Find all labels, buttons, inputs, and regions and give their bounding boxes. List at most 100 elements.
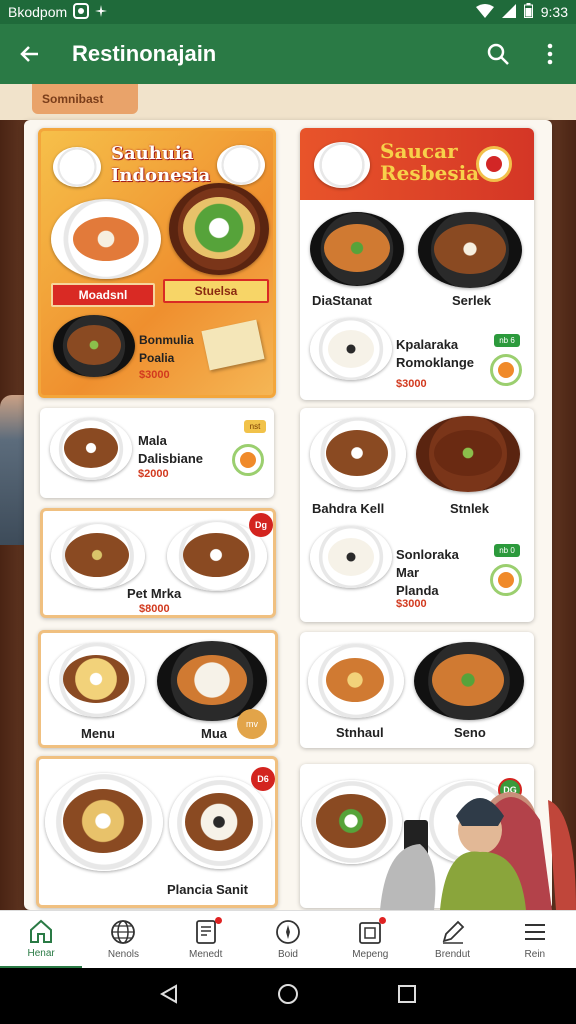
stnlek-name: Stnlek xyxy=(450,501,490,516)
system-recents-button[interactable] xyxy=(397,984,417,1009)
featured-badge: nb 6 xyxy=(494,334,520,347)
menu-plate-a xyxy=(49,643,145,717)
seno-plate xyxy=(414,642,524,720)
app-bar: Restinonajain xyxy=(0,24,576,84)
featured-item-name-line2: Romoklange xyxy=(396,355,475,370)
promo-dish-name-line2: Poalia xyxy=(139,351,175,365)
clock: 9:33 xyxy=(540,4,568,20)
featured-logo-badge xyxy=(476,146,512,182)
menu-card-menu[interactable]: Menu Mua mv xyxy=(38,630,278,748)
plancia-plate-a xyxy=(45,773,163,871)
promo-price: $3000 xyxy=(139,369,170,381)
sonloraka-badge: nb 0 xyxy=(494,544,520,557)
featured-dish-b: Serlek xyxy=(452,293,492,308)
featured-rice-plate xyxy=(314,142,370,188)
menu-name-a: Menu xyxy=(81,726,115,741)
promo-salad-bowl xyxy=(169,183,269,275)
nav-home-label: Henar xyxy=(27,948,55,959)
featured-noodle-dish xyxy=(310,212,404,286)
promo-button-red[interactable]: Moadsnl xyxy=(51,283,155,307)
stnlek-plate xyxy=(416,416,520,492)
system-navigation-bar xyxy=(0,968,576,1024)
plancia-plate-b xyxy=(169,777,271,869)
mala-name-line1: Mala xyxy=(138,433,167,448)
featured-card[interactable]: Saucar Resbesia DiaStanat Serlek Kpalara… xyxy=(300,128,534,400)
signal-icon xyxy=(501,3,516,21)
sparkle-icon xyxy=(95,4,108,20)
featured-title-line2: Resbesia xyxy=(380,161,480,185)
menu-card-bahdra[interactable]: Bahdra Kell Stnlek Sonloraka Mar Planda … xyxy=(300,408,534,622)
wifi-icon xyxy=(475,3,494,21)
menu-card-pet-mrka[interactable]: Pet Mrka $8000 Dg xyxy=(40,508,276,618)
battery-icon xyxy=(523,3,533,21)
mala-name-line2: Dalisbiane xyxy=(138,451,204,466)
globe-icon xyxy=(111,920,136,944)
square-recents-icon xyxy=(398,984,416,1003)
promo-title-line1: Sauhuia xyxy=(111,143,194,164)
nav-rein-label: Rein xyxy=(524,949,546,960)
nav-home[interactable]: Henar xyxy=(0,911,83,968)
nav-mepeng[interactable]: Mepeng xyxy=(329,911,411,968)
bahdra-plate xyxy=(310,418,406,490)
promo-main-dish xyxy=(51,199,161,279)
nav-mepeng-label: Mepeng xyxy=(352,949,389,960)
sonloraka-plate xyxy=(310,526,392,588)
featured-meat-dish xyxy=(418,212,522,288)
promo-side-dish-left xyxy=(53,147,101,187)
menu-badge: mv xyxy=(237,709,267,739)
promo-title: Sauhuia Indonesia xyxy=(111,143,210,187)
system-back-button[interactable] xyxy=(159,983,179,1009)
sonloraka-name-line1: Sonloraka xyxy=(396,547,459,562)
category-chip[interactable]: Somnibast xyxy=(32,84,138,114)
featured-price: $3000 xyxy=(396,378,427,390)
tofu-image xyxy=(201,319,265,371)
stnhaul-plate xyxy=(308,644,404,718)
nav-boid[interactable]: Boid xyxy=(247,911,329,968)
featured-item-name-line1: Kpalaraka xyxy=(396,337,459,352)
sonloraka-name: Sonloraka Mar Planda xyxy=(396,546,459,600)
receipt-icon xyxy=(195,920,216,944)
featured-item-name: Kpalaraka Romoklange xyxy=(396,336,474,372)
more-vert-icon xyxy=(547,43,553,65)
featured-mini-dish-icon[interactable] xyxy=(490,354,522,386)
status-bar: Bkodpom 9:33 xyxy=(0,0,576,24)
nav-mepeng-notification-dot xyxy=(379,917,387,924)
nav-rein[interactable]: Rein xyxy=(494,911,576,968)
nav-brendut[interactable]: Brendut xyxy=(411,911,493,968)
sonloraka-name-line2: Mar xyxy=(396,565,420,580)
nav-menedt-label: Menedt xyxy=(189,949,223,960)
featured-title-line1: Saucar xyxy=(380,139,458,163)
promo-title-line2: Indonesia xyxy=(111,165,211,186)
mala-price: $2000 xyxy=(138,468,169,480)
back-button[interactable] xyxy=(0,24,60,84)
calendar-icon xyxy=(359,922,382,944)
triangle-back-icon xyxy=(159,983,177,1004)
menu-card-plancia[interactable]: Plancia Sanit D6 xyxy=(36,756,278,908)
mala-mini-dish-icon[interactable] xyxy=(232,444,264,476)
menu-name-b: Mua xyxy=(201,726,227,741)
plancia-badge: D6 xyxy=(251,767,275,791)
promo-card[interactable]: Sauhuia Indonesia Moadsnl Stuelsa Bonmul… xyxy=(38,128,276,398)
mala-plate xyxy=(50,418,132,480)
menu-card-mala[interactable]: Mala Dalisbiane $2000 nst xyxy=(40,408,274,498)
pet-mrka-price: $8000 xyxy=(139,603,170,615)
promo-dish-name: Bonmulia Poalia xyxy=(139,331,194,367)
plancia-name: Plancia Sanit xyxy=(167,882,248,897)
featured-rice-dish xyxy=(310,318,392,380)
sonloraka-price: $3000 xyxy=(396,598,427,610)
promo-button-yellow[interactable]: Stuelsa xyxy=(163,279,269,303)
search-button[interactable] xyxy=(472,24,524,84)
menu-icon xyxy=(524,924,545,940)
more-options-button[interactable] xyxy=(524,24,576,84)
pet-mrka-badge: Dg xyxy=(249,513,273,537)
menu-card-stnhaul[interactable]: Stnhaul Seno xyxy=(300,632,534,748)
nav-nenols[interactable]: Nenols xyxy=(82,911,164,968)
promo-side-dish-right xyxy=(217,145,265,185)
sonloraka-mini-dish-icon[interactable] xyxy=(490,564,522,596)
diners-photo xyxy=(380,780,576,910)
pet-mrka-plate-a xyxy=(51,523,145,589)
pet-mrka-name: Pet Mrka xyxy=(127,586,182,601)
system-home-button[interactable] xyxy=(277,983,299,1010)
nav-menedt[interactable]: Menedt xyxy=(165,911,247,968)
stnhaul-name: Stnhaul xyxy=(336,725,384,740)
